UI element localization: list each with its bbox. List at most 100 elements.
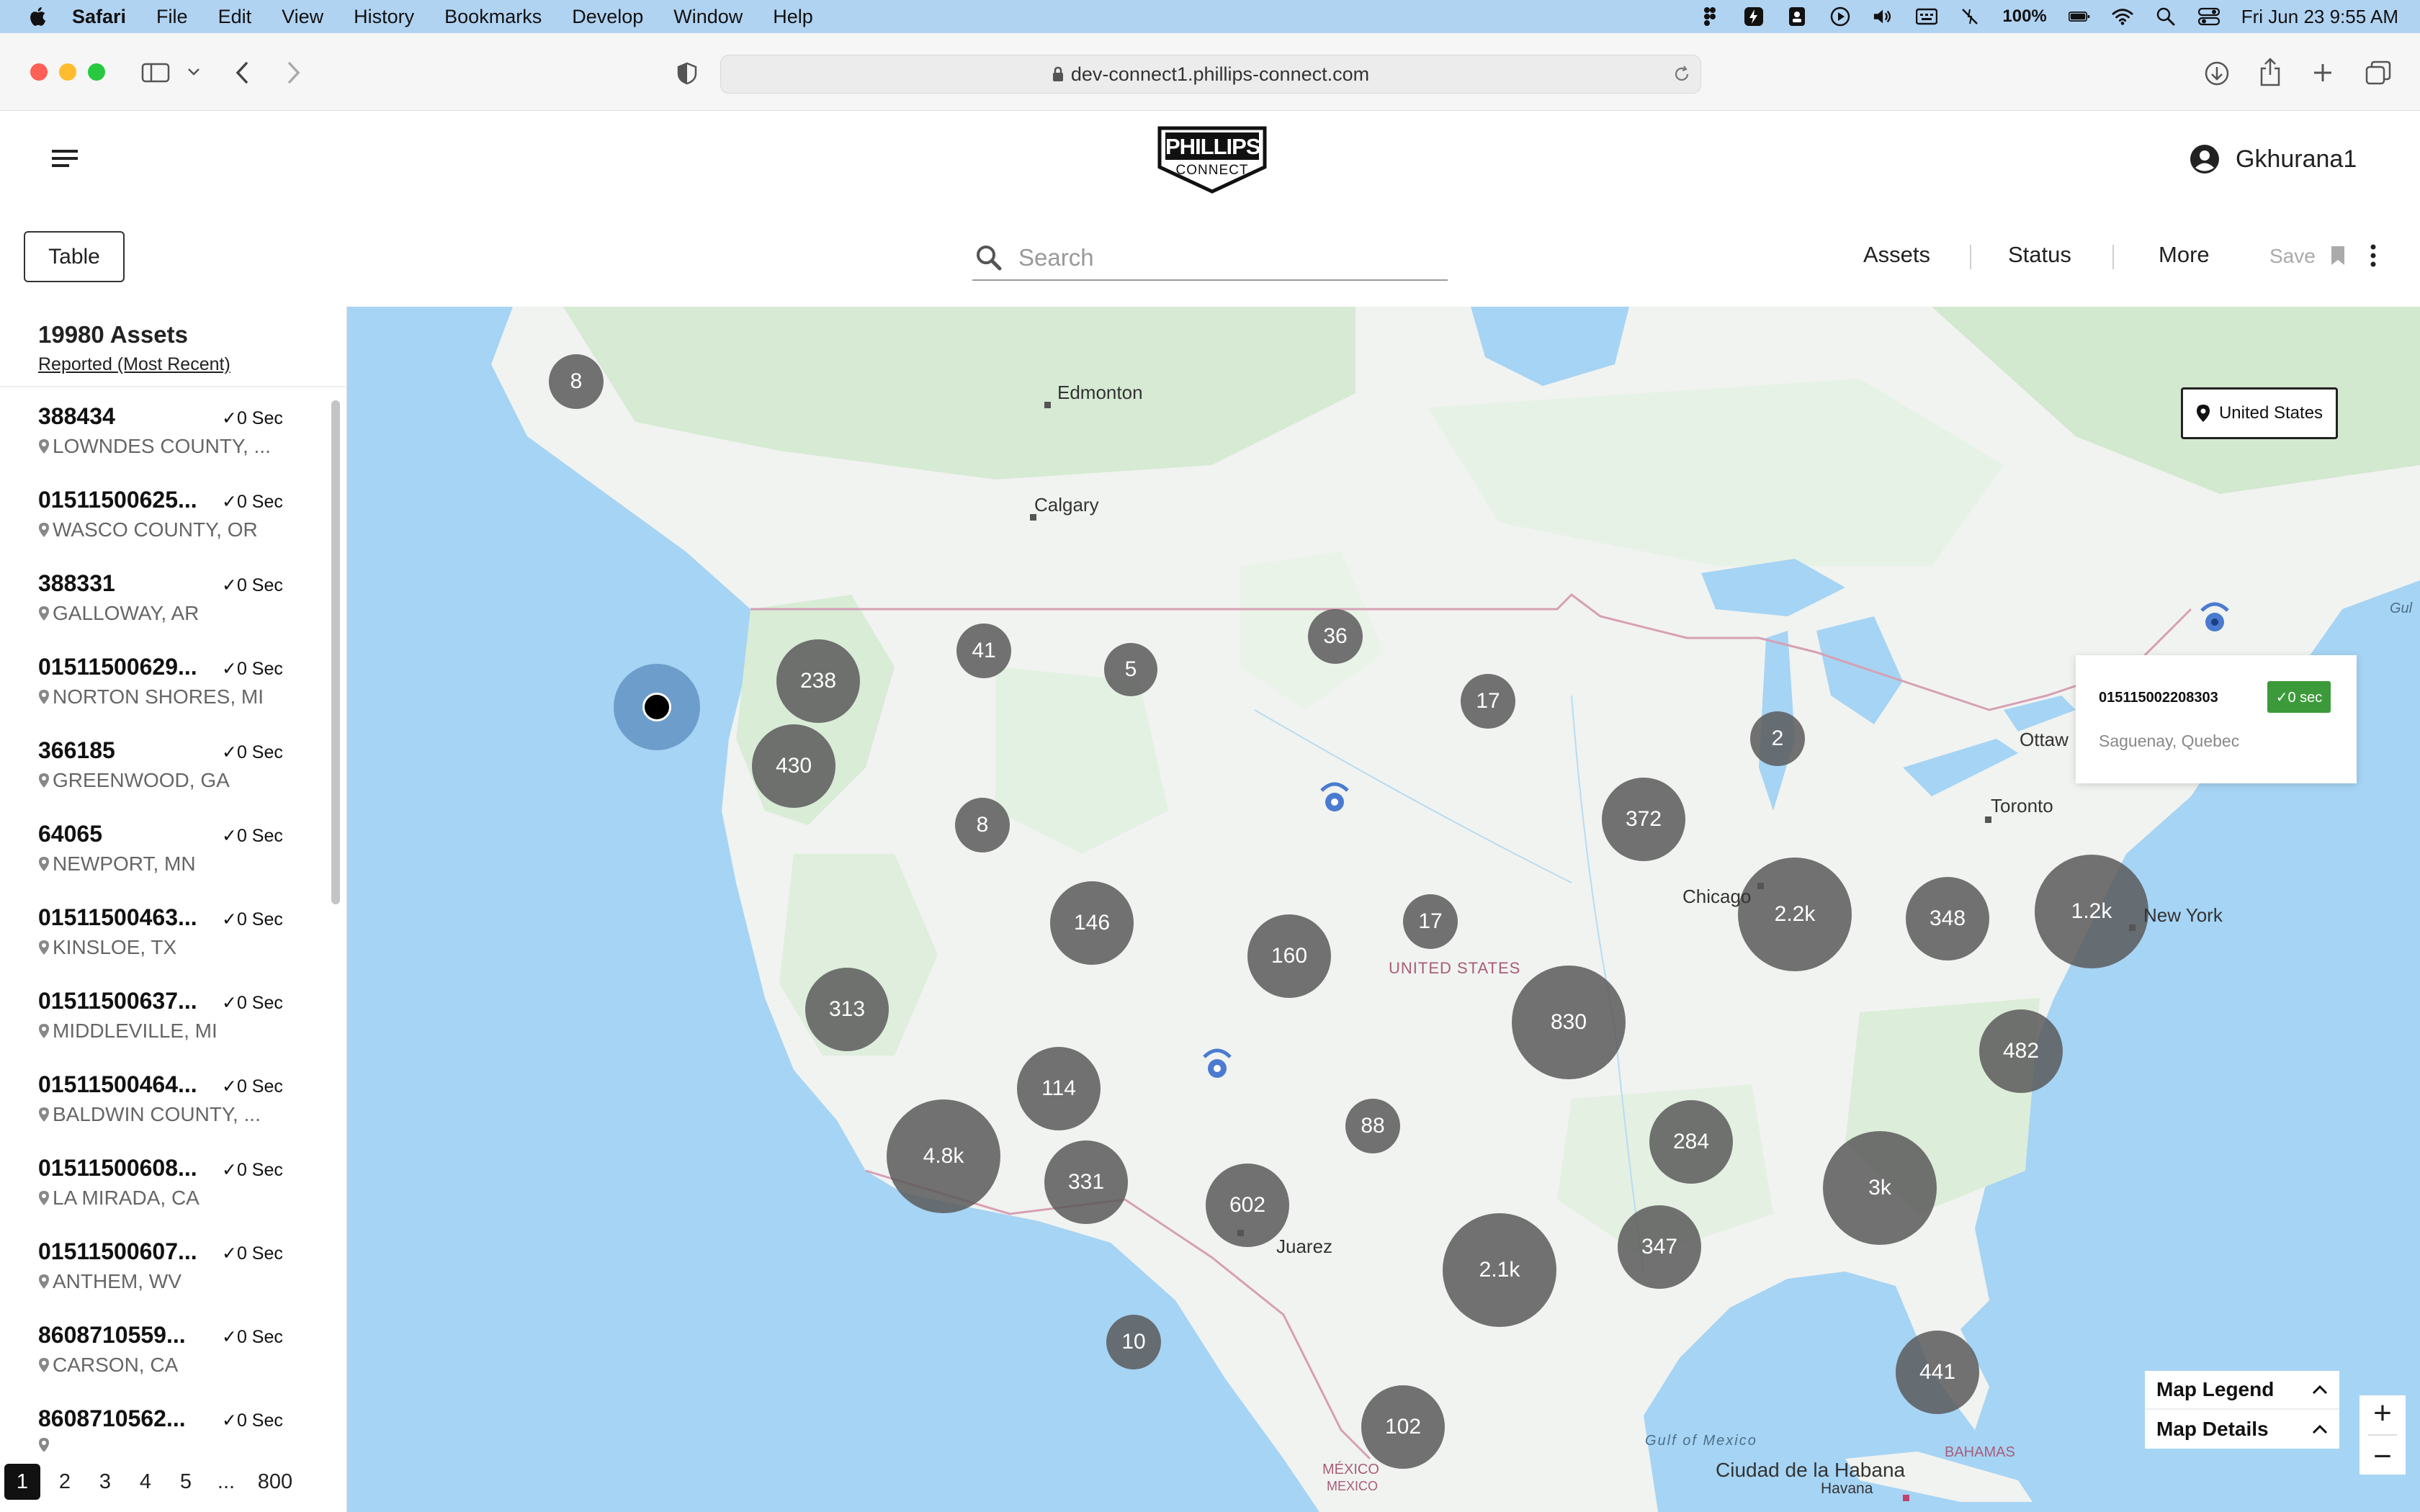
chevron-down-icon[interactable] [187, 68, 200, 76]
cluster-marker[interactable]: 17 [1461, 674, 1515, 729]
cluster-marker[interactable]: 88 [1345, 1099, 1400, 1153]
asset-list-item[interactable]: 01511500625... ✓0 Sec WASCO COUNTY, OR [0, 471, 328, 554]
menu-edit[interactable]: Edit [218, 6, 252, 28]
cluster-marker[interactable]: 102 [1361, 1385, 1445, 1469]
selected-point-marker[interactable] [614, 664, 700, 750]
cluster-marker[interactable]: 36 [1308, 609, 1363, 664]
region-filter-button[interactable]: United States [2181, 387, 2338, 439]
asset-list-item[interactable]: 64065 ✓0 Sec NEWPORT, MN [0, 805, 328, 888]
search-input[interactable] [1018, 244, 1422, 271]
cluster-marker[interactable]: 10 [1106, 1315, 1161, 1369]
map-legend-toggle[interactable]: Map Legend [2145, 1371, 2339, 1410]
apple-icon[interactable] [29, 6, 46, 27]
figma-icon[interactable] [1700, 6, 1721, 27]
cluster-marker[interactable]: 2.1k [1443, 1213, 1556, 1327]
more-options-icon[interactable] [2370, 243, 2377, 268]
menubar-clock[interactable]: Fri Jun 23 9:55 AM [2241, 6, 2398, 28]
search-field[interactable] [972, 236, 1448, 281]
asset-list-item[interactable]: 8608710559... ✓0 Sec CARSON, CA [0, 1306, 328, 1390]
asset-list-item[interactable]: 01511500637... ✓0 Sec MIDDLEVILLE, MI [0, 972, 328, 1056]
live-location-pin-icon[interactable] [1314, 776, 1355, 816]
cluster-marker[interactable]: 114 [1017, 1047, 1101, 1130]
page-3[interactable]: 3 [85, 1464, 125, 1500]
cluster-marker[interactable]: 331 [1044, 1140, 1128, 1224]
page-2[interactable]: 2 [45, 1464, 85, 1500]
live-location-pin-icon[interactable] [1197, 1043, 1237, 1083]
cluster-marker[interactable]: 372 [1602, 778, 1685, 861]
cluster-marker[interactable]: 41 [956, 624, 1011, 678]
play-circle-icon[interactable] [1829, 6, 1851, 27]
page-5[interactable]: 5 [166, 1464, 206, 1500]
bolt-app-icon[interactable] [1743, 6, 1765, 27]
cluster-marker[interactable]: 160 [1247, 914, 1331, 998]
cluster-marker[interactable]: 3k [1823, 1131, 1937, 1245]
bookmark-icon[interactable] [2329, 245, 2347, 266]
contact-card-icon[interactable] [1786, 6, 1808, 27]
cluster-marker[interactable]: 1.2k [2035, 855, 2148, 968]
cluster-marker[interactable]: 5 [1104, 643, 1157, 696]
table-view-button[interactable]: Table [24, 231, 125, 282]
cluster-marker[interactable]: 602 [1206, 1164, 1289, 1247]
menu-app-name[interactable]: Safari [72, 6, 126, 28]
asset-list-item[interactable]: 01511500463... ✓0 Sec KINSLOE, TX [0, 888, 328, 972]
cluster-marker[interactable]: 482 [1979, 1009, 2063, 1093]
spotlight-search-icon[interactable] [2155, 6, 2177, 27]
control-center-icon[interactable] [2197, 6, 2220, 27]
tab-assets[interactable]: Assets [1863, 242, 1930, 268]
phillips-connect-logo[interactable]: PHILLIPS CONNECT [1157, 125, 1268, 194]
forward-arrow-icon[interactable] [285, 60, 302, 85]
page-4[interactable]: 4 [125, 1464, 166, 1500]
no-signal-icon[interactable] [1959, 6, 1981, 27]
menu-bookmarks[interactable]: Bookmarks [444, 6, 542, 28]
cluster-marker[interactable]: 17 [1403, 894, 1458, 949]
share-icon[interactable] [2259, 58, 2282, 86]
wifi-icon[interactable] [2112, 6, 2133, 27]
hamburger-menu-icon[interactable] [50, 147, 79, 170]
cluster-marker[interactable]: 4.8k [887, 1099, 1000, 1213]
page-last[interactable]: 800 [246, 1464, 304, 1500]
asset-list-item[interactable]: 01511500607... ✓0 Sec ANTHEM, WV [0, 1223, 328, 1306]
tab-status[interactable]: Status [2008, 242, 2071, 268]
battery-icon[interactable] [2068, 6, 2090, 27]
cluster-marker[interactable]: 830 [1512, 966, 1626, 1079]
sidebar-toggle-icon[interactable] [141, 62, 170, 84]
asset-list-item[interactable]: 388331 ✓0 Sec GALLOWAY, AR [0, 554, 328, 638]
cluster-marker[interactable]: 284 [1649, 1100, 1733, 1184]
menu-develop[interactable]: Develop [572, 6, 643, 28]
window-zoom-button[interactable] [88, 63, 105, 81]
zoom-out-button[interactable]: − [2373, 1440, 2392, 1472]
menu-window[interactable]: Window [673, 6, 743, 28]
save-button[interactable]: Save [2269, 245, 2316, 268]
asset-list-item[interactable]: 388434 ✓0 Sec LOWNDES COUNTY, ... [0, 387, 328, 471]
asset-list-item[interactable]: 01511500629... ✓0 Sec NORTON SHORES, MI [0, 638, 328, 721]
menu-view[interactable]: View [282, 6, 323, 28]
tab-overview-icon[interactable] [2365, 60, 2391, 85]
cluster-marker[interactable]: 347 [1618, 1205, 1701, 1289]
cluster-marker[interactable]: 2.2k [1738, 858, 1852, 971]
privacy-shield-icon[interactable] [677, 62, 697, 85]
cluster-marker[interactable]: 8 [955, 798, 1010, 852]
cluster-marker[interactable]: 238 [776, 639, 860, 723]
window-close-button[interactable] [30, 63, 48, 81]
menu-help[interactable]: Help [773, 6, 813, 28]
cluster-marker[interactable]: 146 [1050, 881, 1134, 965]
volume-icon[interactable] [1873, 6, 1894, 27]
page-1[interactable]: 1 [4, 1464, 40, 1500]
cluster-marker[interactable]: 430 [752, 724, 835, 808]
cluster-marker[interactable]: 441 [1896, 1331, 1979, 1414]
asset-info-popup[interactable]: 015115002208303 ✓0 sec Saguenay, Quebec [2076, 655, 2357, 783]
menu-history[interactable]: History [354, 6, 414, 28]
keyboard-icon[interactable] [1916, 6, 1938, 27]
sort-link[interactable]: Reported (Most Recent) [38, 354, 230, 375]
map-view[interactable]: 8 41 5 36 17 238 430 8 2 372 146 160 17 2.2k 348 1.2k 31… [347, 307, 2420, 1512]
cluster-marker[interactable]: 313 [805, 968, 889, 1051]
map-details-toggle[interactable]: Map Details [2145, 1410, 2339, 1449]
download-icon[interactable] [2204, 60, 2230, 86]
tab-more[interactable]: More [2159, 242, 2210, 268]
user-menu[interactable]: Gkhurana1 [2190, 143, 2420, 176]
zoom-in-button[interactable]: + [2373, 1398, 2392, 1429]
asset-list-item[interactable]: 01511500464... ✓0 Sec BALDWIN COUNTY, ... [0, 1056, 328, 1139]
live-location-pin-icon[interactable] [2195, 596, 2235, 636]
asset-list-item[interactable]: 01511500608... ✓0 Sec LA MIRADA, CA [0, 1139, 328, 1223]
new-tab-icon[interactable] [2312, 62, 2334, 84]
